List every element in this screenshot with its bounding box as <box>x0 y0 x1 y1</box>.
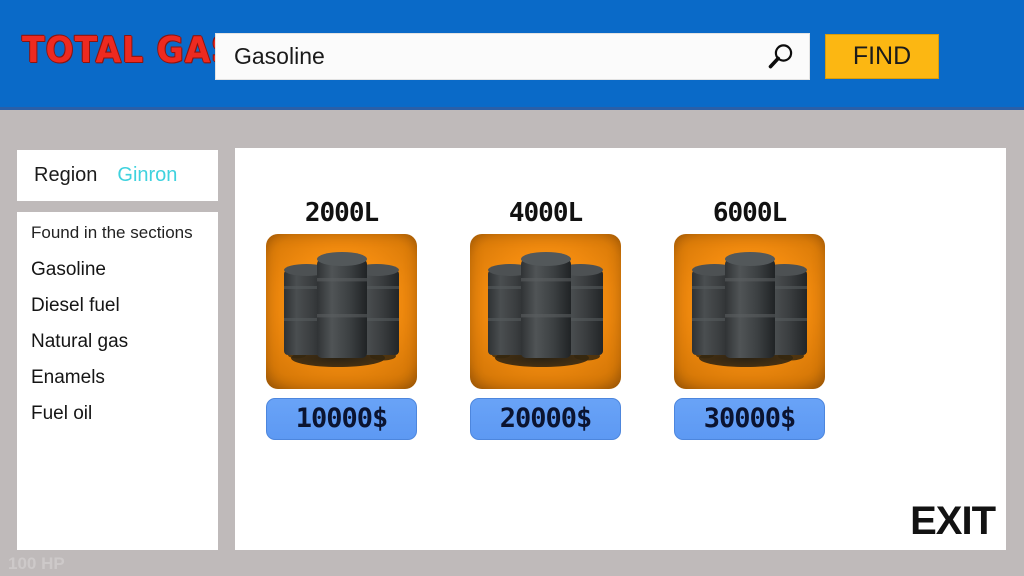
sections-title: Found in the sections <box>31 223 193 242</box>
hp-indicator: 100 HP <box>8 554 65 573</box>
game-shop-screen: TOTAL GAS FIND Region Ginron Found in th… <box>0 0 1024 576</box>
product-price-button[interactable]: 30000$ <box>674 398 825 440</box>
region-label: Region <box>34 164 98 186</box>
find-button[interactable]: FIND <box>825 34 939 79</box>
exit-button[interactable]: EXIT <box>910 499 996 544</box>
app-header: TOTAL GAS FIND <box>0 0 1024 110</box>
product-volume: 6000L <box>712 198 787 228</box>
search-box[interactable] <box>215 33 810 80</box>
product-price-button[interactable]: 10000$ <box>266 398 417 440</box>
product-volume: 4000L <box>508 198 583 228</box>
search-input[interactable] <box>234 34 754 79</box>
region-value[interactable]: Ginron <box>117 164 177 187</box>
sidebar-item-natural-gas[interactable]: Natural gas <box>31 324 218 360</box>
oil-barrels-icon[interactable] <box>674 234 825 389</box>
product-card: 2000L 10000$ <box>266 198 417 440</box>
sidebar-item-enamels[interactable]: Enamels <box>31 360 218 396</box>
sidebar-item-diesel-fuel[interactable]: Diesel fuel <box>31 288 218 324</box>
product-price-button[interactable]: 20000$ <box>470 398 621 440</box>
sections-panel: Found in the sections Gasoline Diesel fu… <box>17 212 218 550</box>
product-card: 4000L 20000$ <box>470 198 621 440</box>
sidebar-item-gasoline[interactable]: Gasoline <box>31 252 218 288</box>
app-logo: TOTAL GAS <box>22 30 236 71</box>
product-list: 2000L 10000$ 4000L 20000$ 6000L 30000$ <box>266 198 866 440</box>
main-panel: 2000L 10000$ 4000L 20000$ 6000L 30000$ E… <box>235 148 1006 550</box>
product-volume: 2000L <box>304 198 379 228</box>
product-card: 6000L 30000$ <box>674 198 825 440</box>
search-icon[interactable] <box>766 42 796 72</box>
sidebar-item-fuel-oil[interactable]: Fuel oil <box>31 396 218 432</box>
oil-barrels-icon[interactable] <box>470 234 621 389</box>
oil-barrels-icon[interactable] <box>266 234 417 389</box>
region-card[interactable]: Region Ginron <box>17 150 218 201</box>
